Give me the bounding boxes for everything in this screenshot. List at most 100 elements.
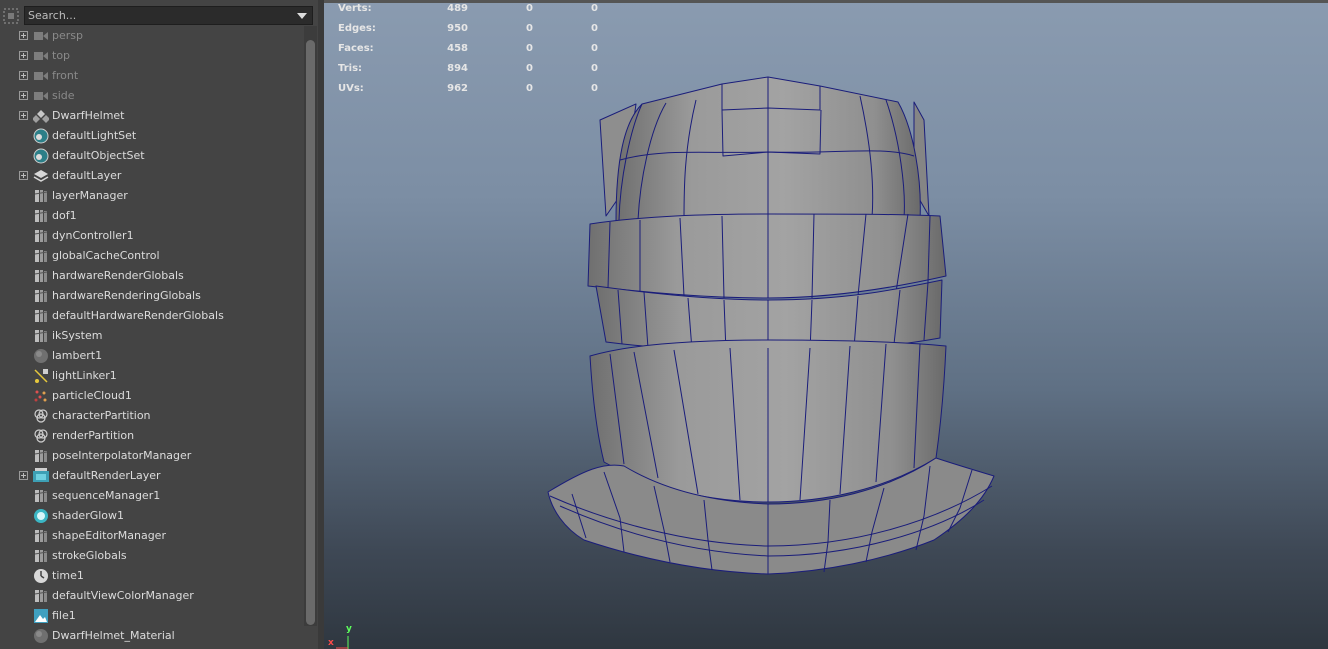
outliner-item-sequencemanager1[interactable]: sequenceManager1 [0,486,304,506]
outliner-item-file1[interactable]: file1 [0,606,304,626]
outliner-item-persp[interactable]: persp [0,26,304,46]
group-icon [32,108,50,124]
outliner-item-poseinterpolatormanager[interactable]: poseInterpolatorManager [0,446,304,466]
particle-icon [33,388,49,404]
outliner-item-side[interactable]: side [0,86,304,106]
outliner-item-label: side [52,89,75,102]
outliner-item-defaulthardwarerenderglobals[interactable]: defaultHardwareRenderGlobals [0,306,304,326]
outliner-item-label: poseInterpolatorManager [52,449,192,462]
render-layer-icon [33,468,49,484]
outliner-item-lambert1[interactable]: lambert1 [0,346,304,366]
outliner-item-defaultobjectset[interactable]: defaultObjectSet [0,146,304,166]
viewport-3d[interactable]: Verts: 489 0 0 Edges: 950 0 0 Faces: 458 0 0 Tris: 89… [324,0,1328,649]
outliner-item-characterpartition[interactable]: characterPartition [0,406,304,426]
outliner-item-top[interactable]: top [0,46,304,66]
expand-icon[interactable] [19,71,28,80]
outliner-item-globalcachecontrol[interactable]: globalCacheControl [0,246,304,266]
outliner-item-label: file1 [52,609,76,622]
expand-icon[interactable] [19,171,28,180]
outliner-item-dwarfhelmet-material[interactable]: DwarfHelmet_Material [0,626,304,646]
outliner-item-dwarfhelmet[interactable]: DwarfHelmet [0,106,304,126]
node-icon [33,228,49,244]
outliner-item-label: defaultRenderLayer [52,469,161,482]
set-icon [33,128,49,144]
outliner-item-label: defaultHardwareRenderGlobals [52,309,224,322]
outliner-item-label: lightLinker1 [52,369,117,382]
outliner-item-label: characterPartition [52,409,151,422]
expand-icon[interactable] [19,111,28,120]
node-icon [33,308,49,324]
camera-icon [33,48,49,64]
outliner-item-label: defaultLightSet [52,129,137,142]
outliner-item-label: globalCacheControl [52,249,160,262]
layer-icon [33,168,49,184]
camera-icon [33,28,49,44]
outliner-item-layermanager[interactable]: layerManager [0,186,304,206]
set-icon [33,148,49,164]
outliner-item-label: shaderGlow1 [52,509,125,522]
outliner-item-label: dynController1 [52,229,134,242]
outliner-item-label: dof1 [52,209,77,222]
outliner-item-label: DwarfHelmet [52,109,125,122]
outliner-item-label: ikSystem [52,329,103,342]
outliner-item-shaderglow1[interactable]: shaderGlow1 [0,506,304,526]
outliner-item-label: particleCloud1 [52,389,132,402]
outliner-item-label: defaultLayer [52,169,122,182]
outliner-item-time1[interactable]: time1 [0,566,304,586]
node-icon [33,448,49,464]
node-icon [33,288,49,304]
outliner-item-hardwarerenderglobals[interactable]: hardwareRenderGlobals [0,266,304,286]
outliner-item-shapeeditormanager[interactable]: shapeEditorManager [0,526,304,546]
glow-icon [33,508,49,524]
outliner-item-label: layerManager [52,189,128,202]
outliner-item-front[interactable]: front [0,66,304,86]
outliner-item-strokeglobals[interactable]: strokeGlobals [0,546,304,566]
outliner-item-label: shapeEditorManager [52,529,166,542]
node-icon [33,248,49,264]
outliner-item-defaultviewcolormanager[interactable]: defaultViewColorManager [0,586,304,606]
helmet-mesh[interactable] [324,0,1328,649]
outliner-item-iksystem[interactable]: ikSystem [0,326,304,346]
scrollbar-thumb[interactable] [306,40,315,625]
light-linker-icon [33,368,49,384]
outliner-item-hardwarerenderingglobals[interactable]: hardwareRenderingGlobals [0,286,304,306]
node-icon [33,528,49,544]
outliner-item-renderpartition[interactable]: renderPartition [0,426,304,446]
outliner-item-particlecloud1[interactable]: particleCloud1 [0,386,304,406]
outliner-item-dof1[interactable]: dof1 [0,206,304,226]
node-icon [33,268,49,284]
expand-icon[interactable] [19,31,28,40]
outliner-menu-icon[interactable] [2,7,20,25]
outliner-item-label: hardwareRenderGlobals [52,269,184,282]
search-box [24,6,313,25]
material-sphere-icon [33,348,49,364]
axis-lines-icon [336,636,349,649]
node-icon [33,548,49,564]
expand-icon[interactable] [19,91,28,100]
outliner-item-defaultlayer[interactable]: defaultLayer [0,166,304,186]
expand-icon[interactable] [19,51,28,60]
outliner-item-label: defaultObjectSet [52,149,145,162]
outliner-item-label: front [52,69,79,82]
partition-icon [33,428,49,444]
outliner-item-defaultrenderlayer[interactable]: defaultRenderLayer [0,466,304,486]
outliner-item-label: sequenceManager1 [52,489,161,502]
camera-icon [33,88,49,104]
node-icon [33,328,49,344]
outliner-item-label: top [52,49,71,62]
expand-icon[interactable] [19,471,28,480]
search-input[interactable] [28,8,290,23]
outliner-item-label: hardwareRenderingGlobals [52,289,201,302]
helmet-band-upper [587,213,947,299]
outliner-item-label: defaultViewColorManager [52,589,194,602]
camera-icon [33,68,49,84]
node-icon [33,208,49,224]
node-icon [33,588,49,604]
outliner-item-label: renderPartition [52,429,135,442]
outliner-item-label: persp [52,29,83,42]
outliner-item-dyncontroller1[interactable]: dynController1 [0,226,304,246]
node-icon [33,488,49,504]
filter-dropdown-icon[interactable] [297,13,307,19]
outliner-item-defaultlightset[interactable]: defaultLightSet [0,126,304,146]
outliner-item-lightlinker1[interactable]: lightLinker1 [0,366,304,386]
